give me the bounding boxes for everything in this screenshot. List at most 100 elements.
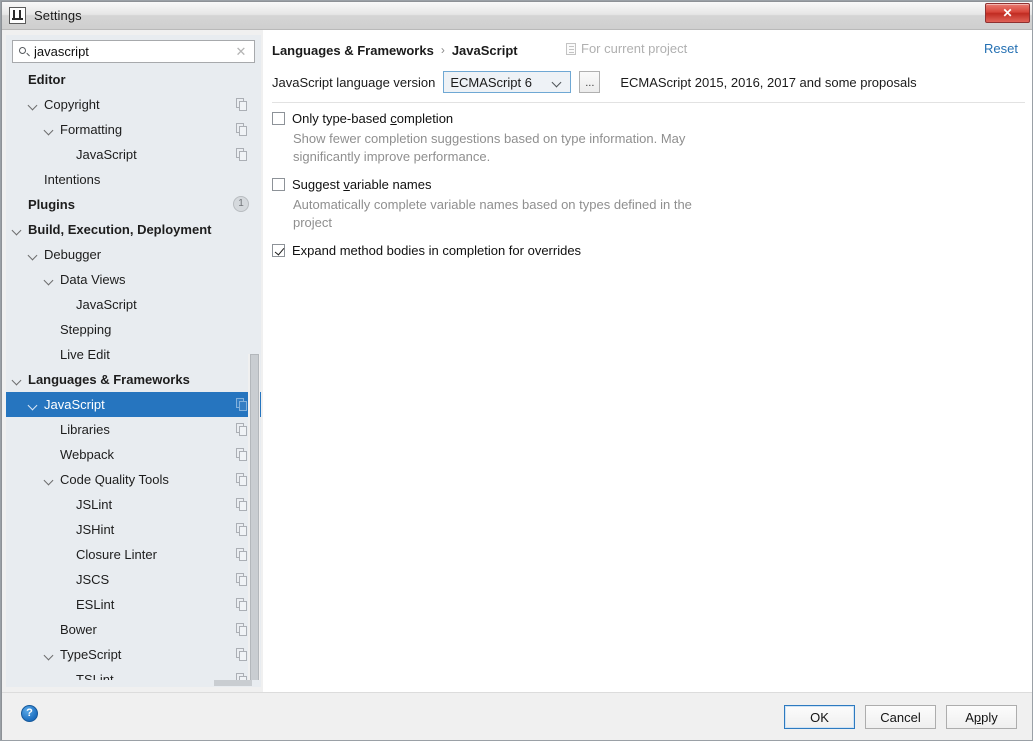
sidebar-item-label: JSCS [76,572,110,587]
settings-content-pane: Languages & Frameworks › JavaScript For … [263,30,1032,692]
sidebar-item-copyright[interactable]: Copyright [6,92,261,117]
sidebar-horizontal-scrollbar[interactable] [11,680,261,687]
option-label[interactable]: Suggest variable names [292,176,431,193]
chevron-down-icon[interactable] [28,249,40,261]
sidebar-item-label: JSLint [76,497,113,512]
search-box[interactable]: ✕ [12,40,255,63]
sidebar-item-live-edit[interactable]: Live Edit [6,342,261,367]
language-version-more-button[interactable]: ... [579,71,601,93]
sidebar-item-label: Editor [28,72,66,87]
copy-settings-icon[interactable] [236,623,247,636]
settings-dialog: Settings ✕ ✕ Editor Copyright Formatting Ja… [0,0,1033,741]
sidebar-item-jshint[interactable]: JSHint [6,517,261,542]
chevron-down-icon[interactable] [44,474,56,486]
sidebar-vertical-scrollbar[interactable] [248,354,260,686]
chevron-down-icon[interactable] [44,274,56,286]
sidebar-item-editor[interactable]: Editor [6,67,261,92]
sidebar-item-javascript[interactable]: JavaScript [6,292,261,317]
sidebar-item-label: JavaScript [76,297,137,312]
copy-settings-icon[interactable] [236,473,247,486]
for-current-project-label: For current project [566,41,687,56]
chevron-down-icon[interactable] [28,99,40,111]
option-label-pre: Only type-based [292,111,391,126]
sidebar-item-jscs[interactable]: JSCS [6,567,261,592]
sidebar-item-label: Data Views [60,272,126,287]
sidebar-item-label: Intentions [44,172,101,187]
sidebar-item-label: Closure Linter [76,547,157,562]
sidebar-item-label: JSHint [76,522,115,537]
language-version-select[interactable]: ECMAScript 6 [443,71,572,93]
option-row: Expand method bodies in completion for o… [272,242,1012,260]
copy-settings-icon[interactable] [236,498,247,511]
help-icon[interactable]: ? [21,705,38,722]
sidebar-item-closure-linter[interactable]: Closure Linter [6,542,261,567]
option-label[interactable]: Expand method bodies in completion for o… [292,242,581,259]
ok-button[interactable]: OK [784,705,855,729]
settings-tree[interactable]: Editor Copyright Formatting JavaScript Inten… [6,67,261,687]
sidebar-item-build-execution-deployment[interactable]: Build, Execution, Deployment [6,217,261,242]
status-badge: 1 [233,196,249,212]
sidebar-item-plugins[interactable]: Plugins 1 [6,192,261,217]
chevron-down-icon[interactable] [28,399,40,411]
sidebar-item-webpack[interactable]: Webpack [6,442,261,467]
copy-settings-icon[interactable] [236,598,247,611]
breadcrumb-root[interactable]: Languages & Frameworks [272,43,434,58]
option-checkbox[interactable] [272,244,285,257]
sidebar-item-libraries[interactable]: Libraries [6,417,261,442]
cancel-button[interactable]: Cancel [865,705,936,729]
copy-settings-icon[interactable] [236,423,247,436]
clear-search-icon[interactable]: ✕ [233,42,249,61]
sidebar-hscrollbar-thumb[interactable] [214,680,252,686]
option-label[interactable]: Only type-based completion [292,110,453,127]
sidebar-item-code-quality-tools[interactable]: Code Quality Tools [6,467,261,492]
close-icon[interactable]: ✕ [985,3,1030,23]
reset-link[interactable]: Reset [984,41,1018,56]
copy-settings-icon[interactable] [236,123,247,136]
sidebar-item-stepping[interactable]: Stepping [6,317,261,342]
option-checkbox[interactable] [272,112,285,125]
sidebar-item-label: Stepping [60,322,112,337]
copy-settings-icon[interactable] [236,573,247,586]
sidebar-item-label: TypeScript [60,647,122,662]
language-version-value: ECMAScript 6 [450,74,532,90]
option-row: Suggest variable names [272,176,1012,194]
sidebar-item-bower[interactable]: Bower [6,617,261,642]
option-checkbox[interactable] [272,178,285,191]
chevron-down-icon[interactable] [12,374,24,386]
chevron-down-icon[interactable] [12,224,24,236]
search-input[interactable] [33,42,233,61]
content-divider [272,102,1025,103]
chevron-down-icon[interactable] [44,649,56,661]
language-version-label: JavaScript language version [272,74,436,90]
apply-button[interactable]: Ap ply [946,705,1017,729]
sidebar-item-debugger[interactable]: Debugger [6,242,261,267]
copy-settings-icon[interactable] [236,548,247,561]
sidebar-item-javascript[interactable]: JavaScript [6,392,261,417]
option-label-pre: Expand method bodies in completion for o… [292,243,582,258]
sidebar-item-languages-frameworks[interactable]: Languages & Frameworks [6,367,261,392]
copy-settings-icon[interactable] [236,398,247,411]
sidebar-item-label: Code Quality Tools [60,472,169,487]
option-block: Expand method bodies in completion for o… [272,242,1012,260]
sidebar-scrollbar-thumb[interactable] [250,354,259,684]
sidebar-item-typescript[interactable]: TypeScript [6,642,261,667]
sidebar-item-data-views[interactable]: Data Views [6,267,261,292]
sidebar-item-jslint[interactable]: JSLint [6,492,261,517]
copy-settings-icon[interactable] [236,523,247,536]
dialog-body: ✕ Editor Copyright Formatting JavaScript Int… [1,30,1032,692]
sidebar-item-formatting[interactable]: Formatting [6,117,261,142]
copy-settings-icon[interactable] [236,98,247,111]
chevron-down-icon[interactable] [44,124,56,136]
sidebar-item-javascript[interactable]: JavaScript [6,142,261,167]
for-current-project-text: For current project [581,41,688,56]
copy-settings-icon[interactable] [236,448,247,461]
sidebar-item-intentions[interactable]: Intentions [6,167,261,192]
copy-settings-icon[interactable] [236,648,247,661]
copy-settings-icon[interactable] [236,148,247,161]
sidebar-item-eslint[interactable]: ESLint [6,592,261,617]
